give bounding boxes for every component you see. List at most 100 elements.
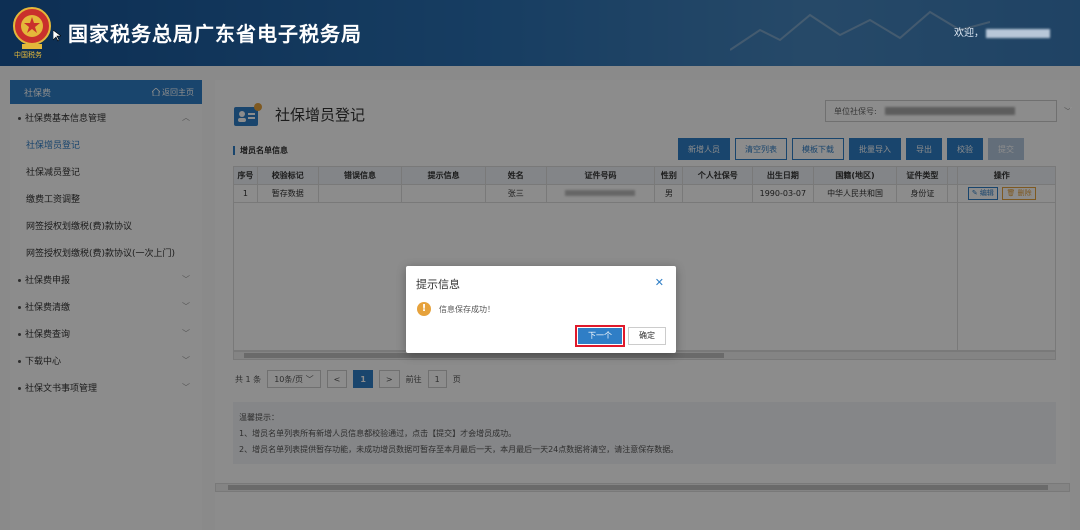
page-unit-label: 页 — [452, 374, 461, 384]
user-card-icon — [234, 103, 262, 126]
template-download-button[interactable]: 模板下载 — [792, 138, 844, 160]
unit-social-security-select[interactable]: 单位社保号: ﹀ — [825, 100, 1072, 122]
confirm-button[interactable]: 确定 — [628, 327, 666, 345]
sidebar-item-label: 社保增员登记 — [26, 141, 81, 151]
goto-page-input[interactable]: 1 — [427, 370, 447, 388]
sidebar-item-reduce-staff[interactable]: 社保减员登记 — [10, 158, 202, 185]
page-title: 社保增员登记 — [275, 106, 366, 124]
sidebar-item-declaration[interactable]: 社保费申报 ﹀ — [10, 266, 202, 293]
table-header-row: 序号 校验标记 错误信息 提示信息 姓名 证件号码 性别 个人社保号 出生日期 … — [233, 166, 1056, 185]
prev-page-button[interactable]: < — [326, 370, 348, 388]
chevron-down-icon: ﹀ — [182, 302, 190, 311]
sidebar-item-payment[interactable]: 社保费清缴 ﹀ — [10, 293, 202, 320]
bullet-icon — [18, 117, 21, 120]
sidebar-item-add-staff[interactable]: 社保增员登记 — [10, 131, 202, 158]
home-icon — [152, 88, 160, 96]
staff-table: 序号 校验标记 错误信息 提示信息 姓名 证件号码 性别 个人社保号 出生日期 … — [233, 166, 1056, 203]
return-home-label: 返回主页 — [162, 87, 194, 97]
next-page-button[interactable]: > — [378, 370, 400, 388]
tips-box: 温馨提示： 1、增员名单列表所有新增人员信息都校验通过，点击【提交】才会增员成功… — [233, 402, 1056, 464]
sidebar-item-debit-agreement[interactable]: 网签授权划缴税(费)款协议 — [10, 212, 202, 239]
cell-nation: 中华人民共和国 — [812, 184, 898, 203]
bullet-icon — [18, 360, 21, 363]
col-header: 性别 — [654, 166, 684, 185]
sidebar-item-label: 网签授权划缴税(费)款协议(一次上门) — [26, 249, 176, 259]
info-dialog: 提示信息 ✕ ! 信息保存成功！ 下一个 确定 — [406, 266, 676, 353]
sidebar-item-documents[interactable]: 社保文书事项管理 ﹀ — [10, 374, 202, 401]
pagination: 共 1 条 10条/页 ﹀ < 1 > 前往 1 页 — [235, 370, 461, 388]
bullet-icon — [18, 333, 21, 336]
chevron-up-icon: ︿ — [182, 113, 190, 122]
site-title: 国家税务总局广东省电子税务局 — [68, 22, 362, 46]
cell-hint — [401, 184, 486, 203]
cell-id-number — [545, 184, 656, 203]
dialog-title: 提示信息 — [416, 278, 460, 291]
bullet-icon — [18, 387, 21, 390]
batch-import-button[interactable]: 批量导入 — [849, 138, 901, 160]
warning-icon: ! — [417, 302, 431, 316]
dialog-message: 信息保存成功！ — [439, 305, 495, 314]
total-count: 共 1 条 — [235, 374, 262, 384]
bullet-icon — [18, 306, 21, 309]
unit-label: 单位社保号: — [834, 106, 877, 116]
cell-id-type: 身份证 — [896, 184, 949, 203]
col-header: 姓名 — [484, 166, 547, 185]
page-size-select[interactable]: 10条/页 ﹀ — [267, 370, 321, 388]
sidebar-item-label: 社保减员登记 — [26, 168, 81, 178]
next-button[interactable]: 下一个 — [578, 328, 622, 344]
sidebar-item-label: 社保费清缴 — [25, 303, 71, 313]
cell-name: 张三 — [484, 184, 547, 203]
chevron-down-icon: ﹀ — [182, 275, 190, 284]
scrollbar-thumb[interactable] — [244, 353, 724, 358]
close-icon[interactable]: ✕ — [655, 276, 664, 289]
cell-ssn — [682, 184, 753, 203]
bullet-icon — [18, 279, 21, 282]
tips-line: 2、增员名单列表提供暂存功能，未成功增员数据可暂存至本月最后一天，本月最后一天2… — [239, 445, 679, 454]
sidebar-item-basic-info[interactable]: 社保费基本信息管理 ︿ — [10, 104, 202, 131]
chevron-down-icon: ﹀ — [182, 383, 190, 392]
top-header: 中国税务 国家税务总局广东省电子税务局 欢迎， — [0, 0, 1080, 66]
sidebar-item-label: 社保费申报 — [25, 276, 71, 286]
sidebar-item-wage-adjust[interactable]: 缴费工资调整 — [10, 185, 202, 212]
welcome-user[interactable]: 欢迎， — [954, 24, 1050, 39]
unit-number-redacted — [884, 107, 1015, 115]
sidebar-item-label: 网签授权划缴税(费)款协议 — [26, 222, 133, 232]
scrollbar-thumb[interactable] — [228, 485, 1048, 490]
clear-list-button[interactable]: 清空列表 — [735, 138, 787, 160]
col-header: 个人社保号 — [682, 166, 753, 185]
sidebar-item-query[interactable]: 社保费查询 ﹀ — [10, 320, 202, 347]
col-header: 国籍(地区) — [812, 166, 898, 185]
export-button[interactable]: 导出 — [906, 138, 942, 160]
col-header: 证件号码 — [545, 166, 656, 185]
sidebar-item-download[interactable]: 下载中心 ﹀ — [10, 347, 202, 374]
col-header: 证件类型 — [896, 166, 949, 185]
mountain-decoration-icon — [730, 10, 990, 51]
submit-button[interactable]: 提交 — [988, 138, 1024, 160]
username-redacted — [986, 28, 1050, 38]
mouse-cursor-icon — [53, 30, 61, 42]
current-page[interactable]: 1 — [353, 370, 373, 388]
col-header: 错误信息 — [317, 166, 403, 185]
return-home-link[interactable]: 返回主页 — [152, 87, 194, 98]
id-number-redacted — [565, 190, 636, 196]
welcome-label: 欢迎， — [954, 28, 984, 39]
col-header: 校验标记 — [256, 166, 319, 185]
add-staff-button[interactable]: 新增人员 — [678, 138, 730, 160]
sidebar-title: 社保费 — [24, 88, 52, 99]
cell-gender: 男 — [654, 184, 684, 203]
chevron-down-icon: ﹀ — [182, 329, 190, 338]
emblem-caption: 中国税务 — [14, 51, 42, 59]
cell-birth: 1990-03-07 — [751, 184, 814, 203]
tax-emblem-icon — [13, 7, 51, 49]
sidebar-item-debit-agreement-onsite[interactable]: 网签授权划缴税(费)款协议(一次上门) — [10, 239, 202, 266]
tips-line: 1、增员名单列表所有新增人员信息都校验通过，点击【提交】才会增员成功。 — [239, 429, 517, 438]
goto-label: 前往 — [405, 374, 422, 384]
chevron-down-icon: ﹀ — [182, 356, 190, 365]
sidebar-item-label: 社保费查询 — [25, 330, 71, 340]
col-header: 序号 — [233, 166, 258, 185]
col-header: 出生日期 — [751, 166, 814, 185]
page-horizontal-scrollbar[interactable] — [215, 483, 1070, 492]
table-row[interactable]: 1 暂存数据 张三 男 1990-03-07 中华人民共和国 身份证 ✎ 编辑 … — [233, 184, 1056, 203]
sidebar-item-label: 社保费基本信息管理 — [25, 114, 107, 124]
validate-button[interactable]: 校验 — [947, 138, 983, 160]
